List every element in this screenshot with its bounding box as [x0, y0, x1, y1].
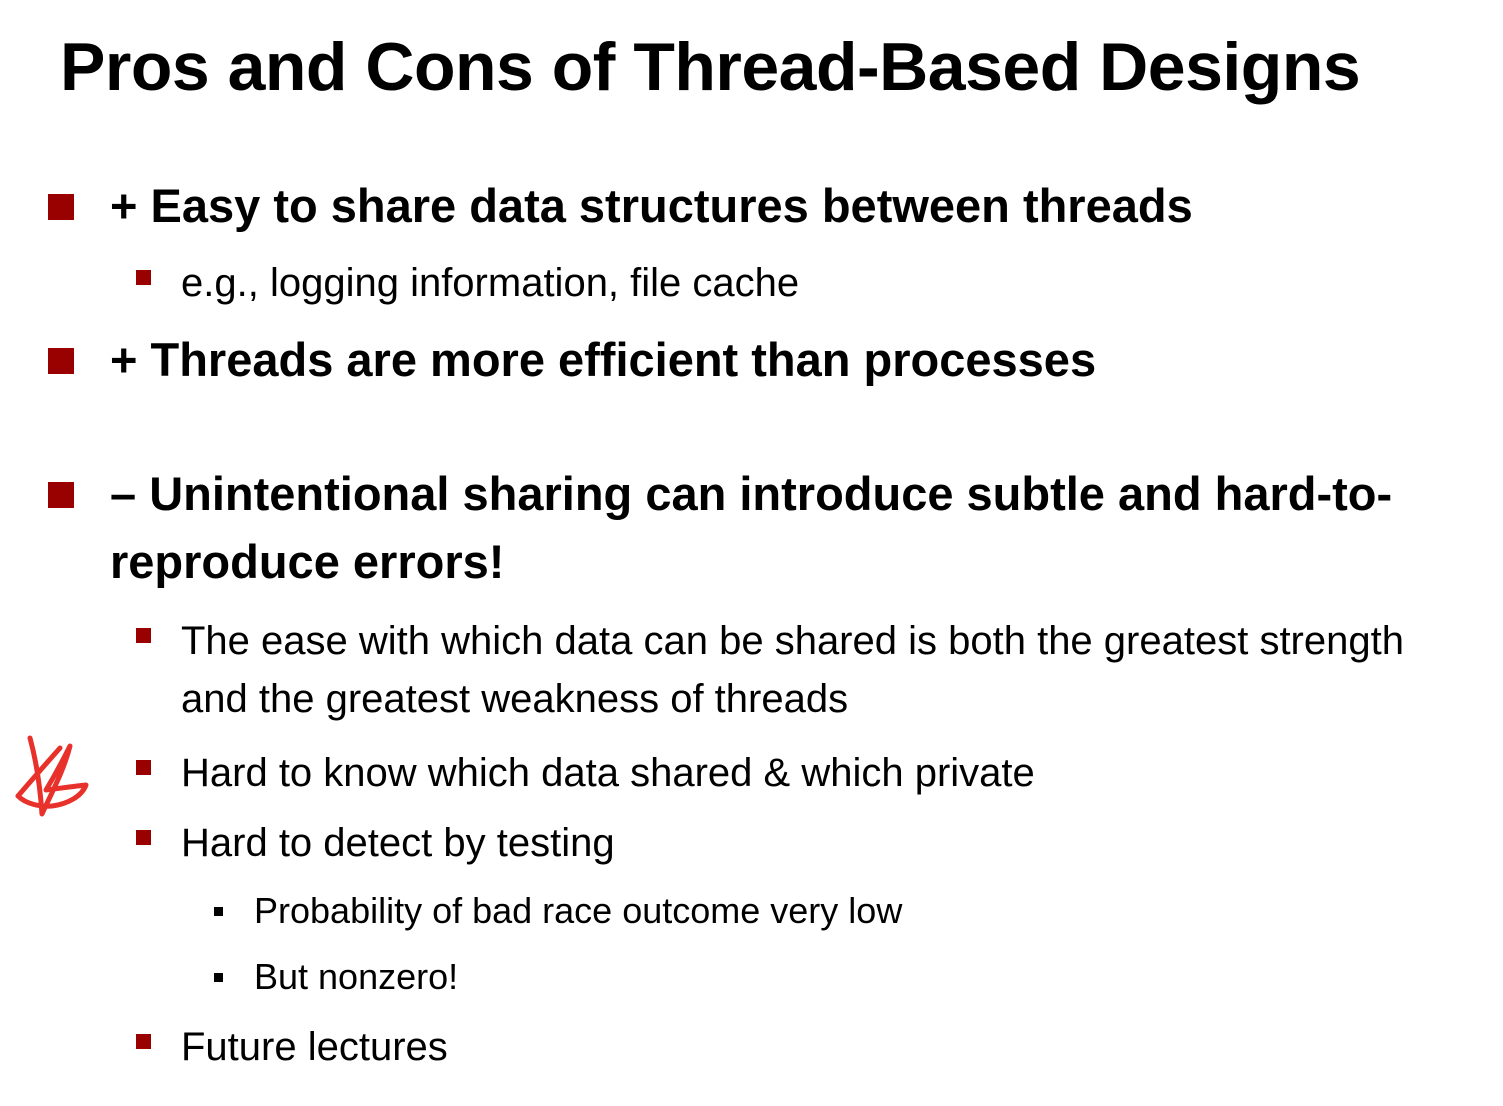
sub-bullet-text: Hard to detect by testing: [181, 821, 615, 865]
bullet-square-marker: [214, 907, 223, 916]
sub-sub-bullet-text: Probability of bad race outcome very low: [254, 890, 903, 931]
sub-sub-bullet-but-nonzero: But nonzero!: [214, 951, 1414, 1003]
sub-bullet-text: Hard to know which data shared & which p…: [181, 751, 1035, 795]
bullet-unintentional-sharing: – Unintentional sharing can introduce su…: [48, 460, 1468, 596]
bullet-square-marker: [214, 973, 223, 982]
bullet-square-marker: [48, 482, 74, 508]
sub-bullet-text: e.g., logging information, file cache: [181, 261, 800, 305]
bullet-easy-to-share: + Easy to share data structures between …: [48, 172, 1468, 240]
sub-bullet-text: The ease with which data can be shared i…: [181, 619, 1404, 721]
bullet-square-marker: [136, 1034, 151, 1049]
sub-bullet-text: Future lectures: [181, 1025, 448, 1069]
bullet-square-marker: [136, 760, 151, 775]
bullet-square-marker: [136, 270, 151, 285]
bullet-text: + Threads are more efficient than proces…: [110, 333, 1097, 386]
bullet-square-marker: [136, 628, 151, 643]
sub-bullet-hard-to-detect: Hard to detect by testing: [136, 814, 1436, 872]
sub-sub-bullet-text: But nonzero!: [254, 956, 459, 997]
hand-drawn-star-icon: [15, 735, 89, 817]
slide-title: Pros and Cons of Thread-Based Designs: [60, 29, 1361, 105]
sub-bullet-hard-to-know: Hard to know which data shared & which p…: [136, 744, 1436, 802]
sub-sub-bullet-probability-low: Probability of bad race outcome very low: [214, 885, 1414, 937]
bullet-square-marker: [48, 194, 74, 220]
bullet-square-marker: [136, 830, 151, 845]
bullet-threads-efficient: + Threads are more efficient than proces…: [48, 326, 1468, 394]
sub-bullet-logging-example: e.g., logging information, file cache: [136, 254, 1436, 312]
bullet-text: – Unintentional sharing can introduce su…: [110, 467, 1393, 588]
sub-bullet-future-lectures: Future lectures: [136, 1018, 1436, 1076]
bullet-text: + Easy to share data structures between …: [110, 179, 1193, 232]
sub-bullet-ease-of-sharing: The ease with which data can be shared i…: [136, 612, 1436, 728]
bullet-square-marker: [48, 348, 74, 374]
